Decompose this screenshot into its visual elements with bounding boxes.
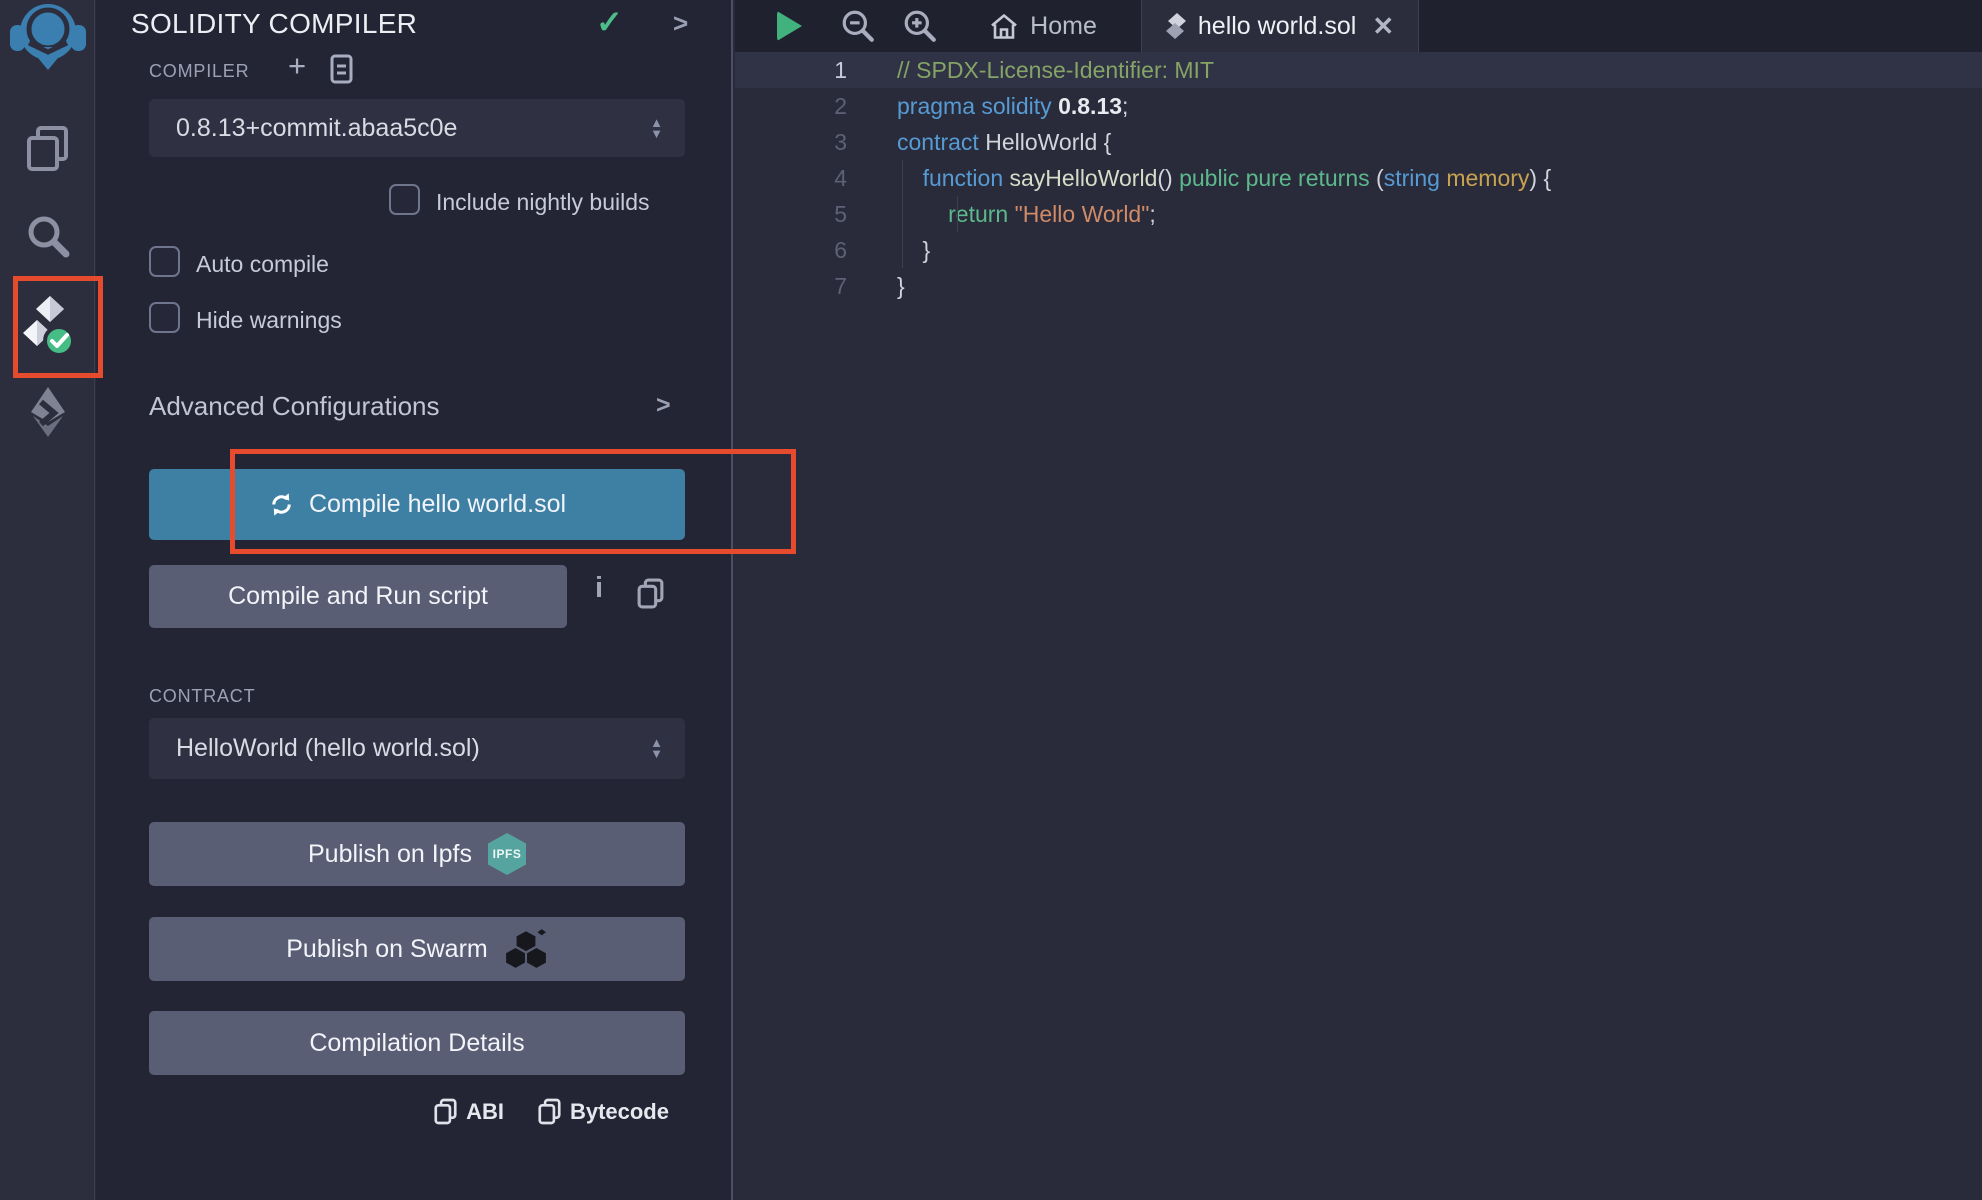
compilation-details-label: Compilation Details xyxy=(309,1029,524,1058)
code-line[interactable]: 6 } xyxy=(735,232,1982,268)
code-line[interactable]: 7} xyxy=(735,268,1982,304)
auto-compile-checkbox[interactable] xyxy=(149,246,180,277)
line-content: // SPDX-License-Identifier: MIT xyxy=(897,52,1214,88)
hide-warnings-checkbox[interactable] xyxy=(149,302,180,333)
advanced-chevron-icon[interactable]: > xyxy=(656,391,671,420)
copy-abi-button[interactable]: ABI xyxy=(434,1098,504,1125)
publish-ipfs-label: Publish on Ipfs xyxy=(308,840,472,869)
refresh-icon xyxy=(268,491,295,518)
solidity-compiler-panel: SOLIDITY COMPILER ✓ > COMPILER + 0.8.13+… xyxy=(96,0,733,1200)
select-arrows-icon: ▲▼ xyxy=(650,118,685,139)
swarm-icon xyxy=(504,929,548,969)
tab-home-label: Home xyxy=(1030,12,1097,41)
line-number: 6 xyxy=(735,232,847,268)
contract-value: HelloWorld (hello world.sol) xyxy=(149,734,650,763)
publish-ipfs-button[interactable]: Publish on Ipfs IPFS xyxy=(149,822,685,886)
remix-logo-icon[interactable] xyxy=(0,2,95,70)
chevron-right-icon[interactable]: > xyxy=(673,8,688,39)
close-tab-icon[interactable]: ✕ xyxy=(1372,11,1394,42)
add-compiler-icon[interactable]: + xyxy=(288,48,306,84)
editor-area: Home hello world.sol ✕ 1 // SPDX-License-… xyxy=(735,0,1982,1200)
compiler-doc-icon[interactable] xyxy=(330,54,353,89)
publish-swarm-button[interactable]: Publish on Swarm xyxy=(149,917,685,981)
line-number: 3 xyxy=(735,124,847,160)
compiler-section-label: COMPILER xyxy=(149,61,249,82)
remix-logo xyxy=(9,2,87,70)
compile-and-run-button[interactable]: Compile and Run script xyxy=(149,565,567,628)
line-number: 5 xyxy=(735,196,847,232)
compile-button-label: Compile hello world.sol xyxy=(309,490,566,519)
code-editor[interactable]: 1 // SPDX-License-Identifier: MIT 2 pragma … xyxy=(735,52,1982,1200)
home-icon xyxy=(990,13,1018,40)
compile-and-run-label: Compile and Run script xyxy=(228,582,488,611)
advanced-configurations[interactable]: Advanced Configurations xyxy=(149,391,440,422)
tab-hello-world-sol[interactable]: hello world.sol ✕ xyxy=(1141,0,1419,52)
solidity-file-icon xyxy=(1166,12,1186,40)
bytecode-label: Bytecode xyxy=(570,1099,669,1125)
icon-sidebar xyxy=(0,0,95,1200)
include-nightly-checkbox[interactable] xyxy=(389,184,420,215)
compilation-details-button[interactable]: Compilation Details xyxy=(149,1011,685,1075)
remix-ide: SOLIDITY COMPILER ✓ > COMPILER + 0.8.13+… xyxy=(0,0,1982,1200)
include-nightly-label: Include nightly builds xyxy=(436,189,650,216)
ipfs-icon: IPFS xyxy=(488,833,526,875)
line-content: return "Hello World"; xyxy=(897,196,1156,232)
copy-icon xyxy=(538,1098,561,1125)
copy-script-icon[interactable] xyxy=(637,578,664,614)
code-line[interactable]: 1 // SPDX-License-Identifier: MIT xyxy=(735,52,1982,88)
line-number: 7 xyxy=(735,268,847,304)
line-content: pragma solidity 0.8.13; xyxy=(897,88,1128,124)
line-content: contract HelloWorld { xyxy=(897,124,1111,160)
line-number: 4 xyxy=(735,160,847,196)
tab-file-label: hello world.sol xyxy=(1198,12,1356,41)
contract-section-label: CONTRACT xyxy=(149,686,255,707)
code-lines: 1 // SPDX-License-Identifier: MIT 2 pragma … xyxy=(735,52,1982,304)
copy-bytecode-button[interactable]: Bytecode xyxy=(538,1098,669,1125)
line-content: } xyxy=(897,268,905,304)
compiler-version-value: 0.8.13+commit.abaa5c0e xyxy=(149,114,650,143)
check-icon: ✓ xyxy=(596,3,623,41)
zoom-in-icon[interactable] xyxy=(902,8,938,44)
line-content: } xyxy=(897,232,930,268)
select-arrows-icon: ▲▼ xyxy=(650,738,685,759)
compiler-version-select[interactable]: 0.8.13+commit.abaa5c0e ▲▼ xyxy=(149,99,685,157)
code-line[interactable]: 5 return "Hello World"; xyxy=(735,196,1982,232)
panel-title: SOLIDITY COMPILER xyxy=(131,8,417,40)
auto-compile-label: Auto compile xyxy=(196,251,329,278)
solidity-compiler-icon[interactable] xyxy=(0,296,95,358)
compile-button[interactable]: Compile hello world.sol xyxy=(149,469,685,540)
file-explorer-icon[interactable] xyxy=(0,125,95,173)
code-line[interactable]: 3 contract HelloWorld { xyxy=(735,124,1982,160)
code-line[interactable]: 2 pragma solidity 0.8.13; xyxy=(735,88,1982,124)
zoom-out-icon[interactable] xyxy=(840,8,876,44)
publish-swarm-label: Publish on Swarm xyxy=(286,935,487,964)
info-icon[interactable]: i xyxy=(595,572,603,605)
line-content: function sayHelloWorld() public pure ret… xyxy=(897,160,1551,196)
line-number: 2 xyxy=(735,88,847,124)
code-line[interactable]: 4 function sayHelloWorld() public pure r… xyxy=(735,160,1982,196)
search-icon[interactable] xyxy=(0,214,95,258)
deploy-run-icon[interactable] xyxy=(0,385,95,439)
abi-label: ABI xyxy=(466,1099,504,1125)
run-script-play-icon[interactable] xyxy=(777,11,802,41)
copy-icon xyxy=(434,1098,457,1125)
contract-select[interactable]: HelloWorld (hello world.sol) ▲▼ xyxy=(149,718,685,779)
line-number: 1 xyxy=(735,52,847,88)
hide-warnings-label: Hide warnings xyxy=(196,307,342,334)
tab-home[interactable]: Home xyxy=(946,0,1141,52)
